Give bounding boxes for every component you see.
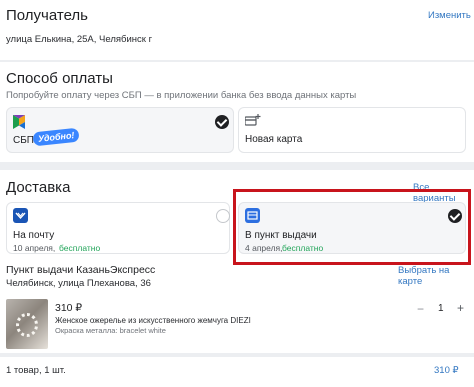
payment-hint: Попробуйте оплату через СБП — в приложен… [6,90,357,101]
choose-on-map-link[interactable]: Выбрать на карте [398,265,474,287]
add-card-icon [245,114,261,126]
delivery-option-post-price: бесплатно [59,243,101,253]
recipient-section: Получатель Изменить улица Елькина, 25А, … [0,0,474,60]
item-price: 310 ₽ [55,302,83,314]
delivery-title: Доставка [6,179,71,196]
quantity-value[interactable]: 1 [438,303,444,314]
payment-title: Способ оплаты [6,70,113,87]
summary-total[interactable]: 310 ₽ [434,365,459,376]
item-attribute: Окраска металла: bracelet white [55,326,166,335]
payment-option-new-card-label: Новая карта [245,134,303,145]
delivery-option-post-label: На почту [13,230,55,241]
russian-post-icon [13,208,28,223]
delivery-option-post-date: 10 апреля, [13,243,56,253]
order-summary: 1 товар, 1 шт. 310 ₽ [0,357,474,387]
payment-section: Способ оплаты Попробуйте оплату через СБ… [0,62,474,162]
payment-option-sbp[interactable]: СБП Удобно! [6,107,234,153]
item-name[interactable]: Женское ожерелье из искусственного жемчу… [55,316,251,325]
pickup-point-title: Пункт выдачи КазаньЭкспресс [6,264,156,276]
highlight-frame [233,189,471,265]
quantity-increase-button[interactable]: + [457,301,464,315]
payment-option-new-card[interactable]: Новая карта [238,107,466,153]
pickup-point-address: Челябинск, улица Плеханова, 36 [6,278,151,289]
payment-option-sbp-label: СБП [13,135,34,146]
change-recipient-link[interactable]: Изменить [428,10,471,21]
sbp-logo-icon [13,115,25,129]
sbp-badge: Удобно! [32,127,81,147]
payment-option-sbp-check[interactable] [215,115,229,129]
recipient-title: Получатель [6,7,88,24]
product-image[interactable] [6,299,48,349]
delivery-option-post-radio[interactable] [216,209,230,223]
cart-item: 310 ₽ Женское ожерелье из искусственного… [0,295,474,353]
quantity-decrease-button[interactable]: − [417,302,424,316]
recipient-address: улица Елькина, 25А, Челябинск г [6,34,153,45]
summary-count: 1 товар, 1 шт. [6,365,66,376]
delivery-option-post[interactable]: На почту 10 апреля, бесплатно [6,202,230,254]
